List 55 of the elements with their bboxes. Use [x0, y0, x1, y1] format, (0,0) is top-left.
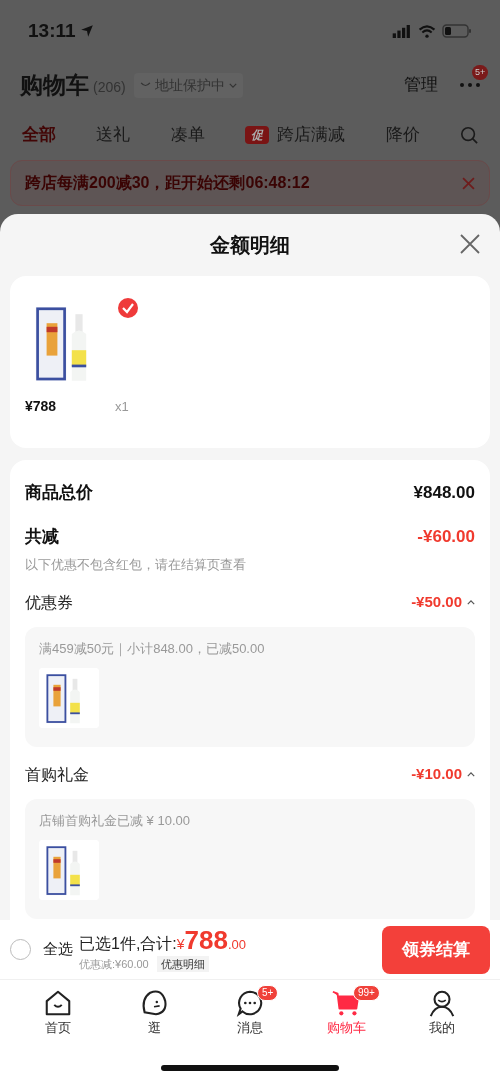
tab-bar-item[interactable]: 购物车 99+: [311, 987, 381, 1038]
discount-detail-link[interactable]: 优惠明细: [156, 955, 209, 973]
tab-bar-item[interactable]: 首页: [23, 987, 93, 1038]
reduction-value: -¥60.00: [417, 525, 475, 548]
chevron-down-icon: [228, 82, 237, 88]
manage-button[interactable]: 管理: [404, 72, 438, 98]
wifi-icon: [418, 24, 436, 38]
tab-bar-item[interactable]: 逛: [119, 987, 189, 1038]
discount-label: 优惠券: [25, 592, 73, 613]
discount-detail: 店铺首购礼金已减 ¥ 10.00: [39, 811, 191, 830]
discount-value: -¥50.00: [411, 592, 462, 613]
amount-decimal: .00: [228, 935, 247, 954]
discount-label: 首购礼金: [25, 764, 89, 785]
battery-icon: [442, 24, 472, 38]
close-icon: [462, 176, 475, 190]
chevron-up-icon: [467, 772, 475, 777]
status-time: 13:11: [28, 18, 76, 43]
filter-tab[interactable]: 凑单: [170, 122, 205, 148]
search-icon[interactable]: [459, 126, 478, 144]
discount-value: -¥10.00: [411, 764, 462, 785]
count-badge: 99+: [353, 984, 380, 1001]
signal-icon: [392, 24, 412, 38]
select-all-checkbox[interactable]: [10, 939, 31, 960]
select-all-label: 全选: [43, 939, 73, 960]
checkout-button[interactable]: 领券结算: [382, 925, 490, 974]
discount-row[interactable]: 优惠券 -¥50.00: [25, 590, 475, 615]
product-quantity: x1: [115, 397, 129, 416]
selection-summary: 已选1件,合计:: [79, 933, 177, 954]
close-button[interactable]: [460, 234, 480, 254]
location-arrow-icon: [79, 24, 94, 38]
currency-symbol: ¥: [176, 935, 185, 954]
discount-note: 优惠减:¥60.00: [79, 956, 149, 972]
filter-tab[interactable]: 送礼: [96, 122, 131, 148]
discount-detail: 满459减50元｜小计848.00，已减50.00: [39, 639, 266, 658]
filter-tab[interactable]: 促 跨店满减: [245, 122, 346, 148]
reduction-note: 以下优惠不包含红包，请在结算页查看: [25, 556, 247, 574]
total-value: ¥848.00: [413, 482, 475, 504]
more-icon[interactable]: [460, 83, 480, 87]
tab-bar-item[interactable]: 消息 5+: [215, 987, 285, 1038]
filter-tab[interactable]: 降价: [385, 122, 420, 148]
reduction-label: 共减: [25, 525, 59, 548]
promo-badge: 促: [245, 126, 270, 144]
product-price: ¥788: [25, 397, 58, 416]
notification-badge: 5+: [472, 65, 489, 80]
sheet-title: 金额明细: [210, 233, 290, 258]
banner-text: 跨店每满200减30，距开始还剩06:48:12: [25, 173, 310, 193]
total-label: 商品总价: [25, 482, 93, 504]
total-amount: 788: [184, 926, 228, 953]
count-badge: 5+: [257, 984, 279, 1001]
page-title: 购物车: [20, 70, 89, 100]
filter-tab[interactable]: 全部: [22, 122, 56, 148]
discount-row[interactable]: 首购礼金 -¥10.00: [25, 762, 475, 787]
tab-bar-item[interactable]: 我的: [407, 987, 477, 1038]
chevron-up-icon: [467, 600, 475, 605]
close-icon: [460, 234, 480, 254]
